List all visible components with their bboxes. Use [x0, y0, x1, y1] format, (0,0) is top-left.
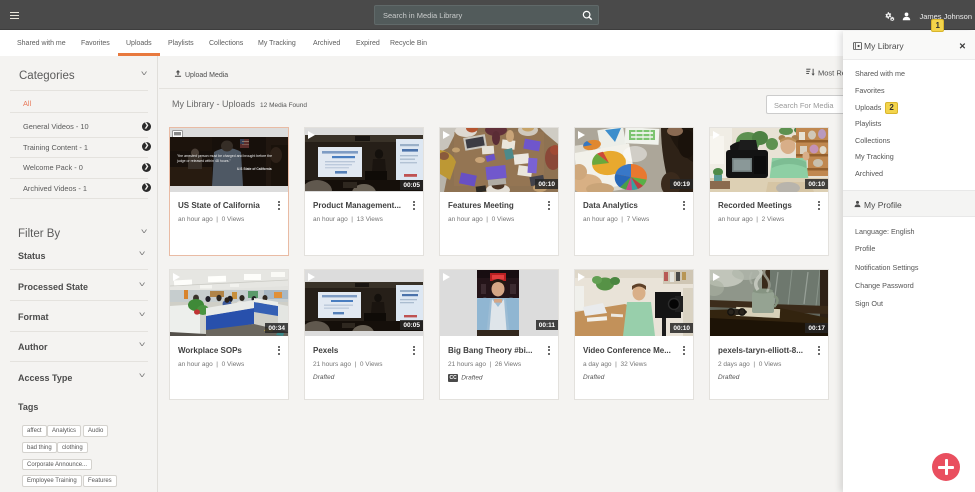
- svg-text:"the arrested person must be c: "the arrested person must be charged and…: [177, 154, 272, 158]
- svg-text:U.S State of California: U.S State of California: [237, 167, 272, 171]
- svg-text:judge or released within 48 ho: judge or released within 48 hours.": [176, 159, 232, 163]
